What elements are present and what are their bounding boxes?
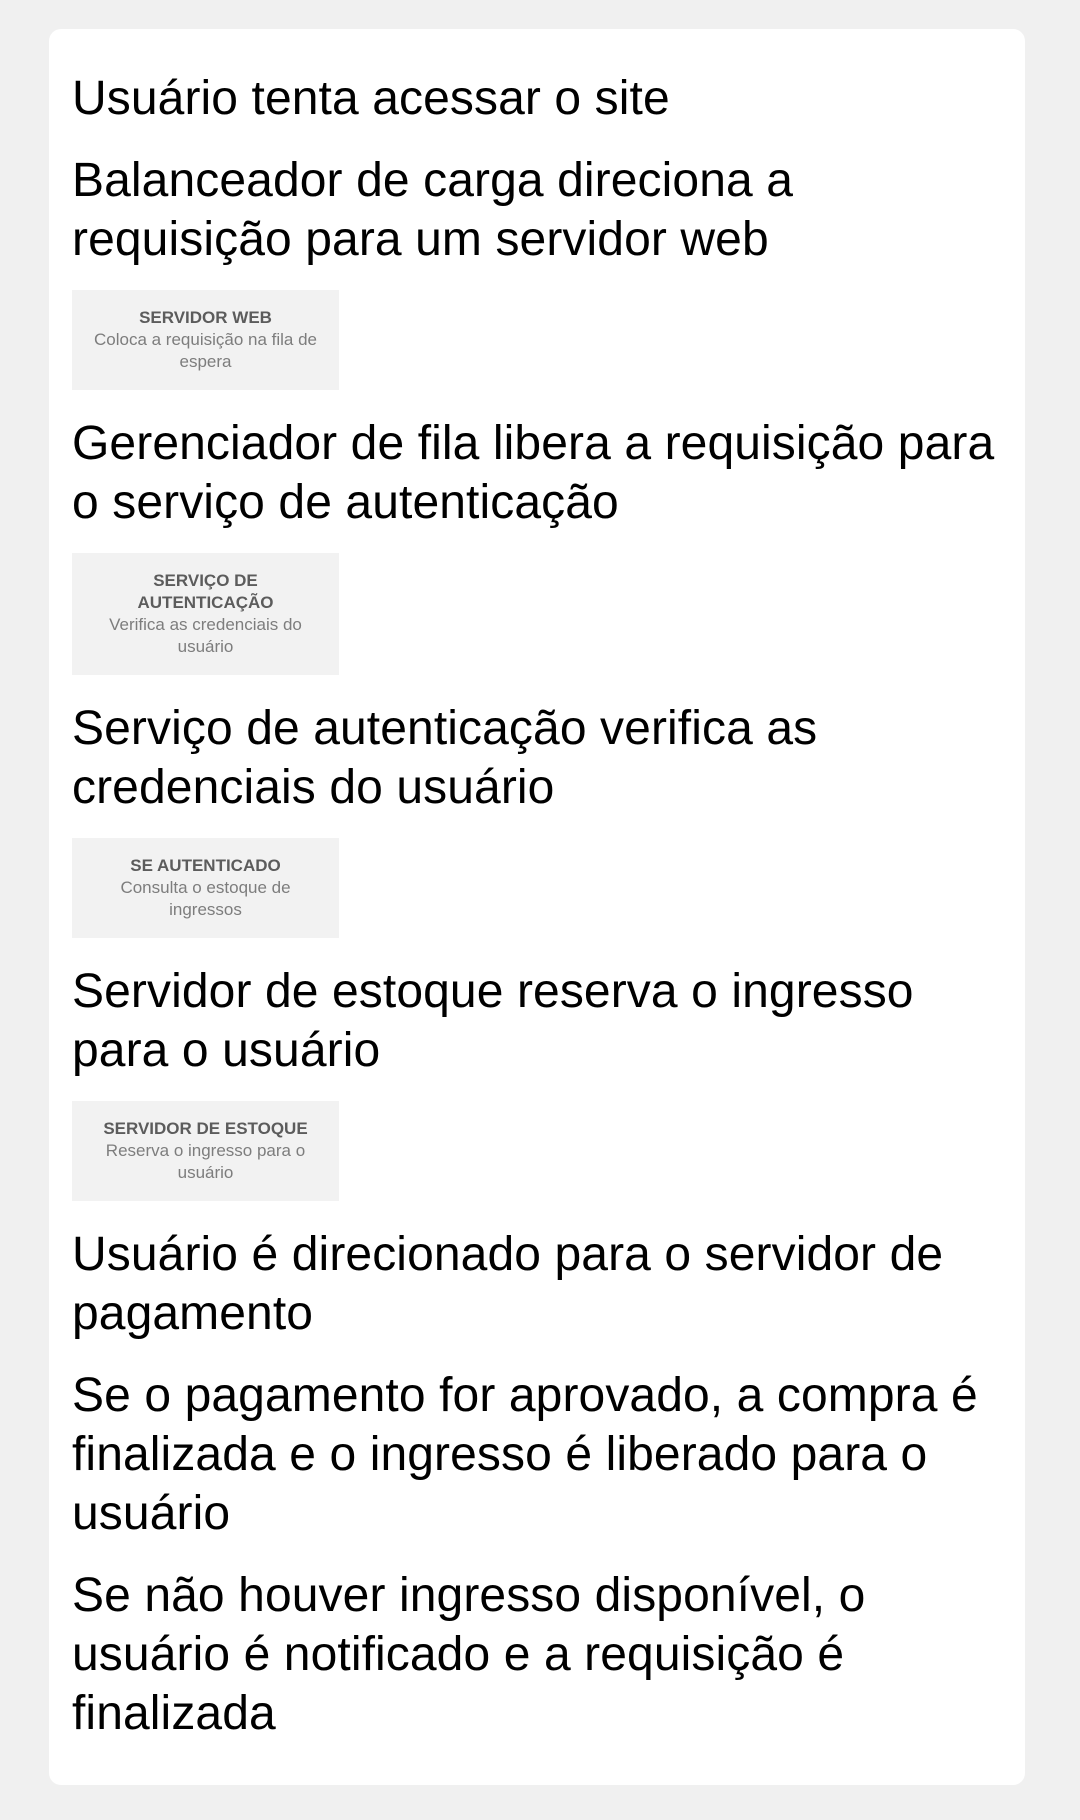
step-7-text: Se o pagamento for aprovado, a compra é … (72, 1369, 978, 1540)
step-5-box: SERVIDOR DE ESTOQUE Reserva o ingresso p… (72, 1101, 339, 1201)
step-2-box: SERVIDOR WEB Coloca a requisição na fila… (72, 290, 339, 390)
step-2-text: Balanceador de carga direciona a requisi… (72, 154, 794, 266)
step-3-text: Gerenciador de fila libera a requisição … (72, 417, 995, 529)
step-2-box-desc: Coloca a requisição na fila de espera (93, 330, 318, 371)
step-1-text: Usuário tenta acessar o site (72, 72, 670, 125)
step-5-box-desc: Reserva o ingresso para o usuário (105, 1141, 306, 1182)
step-5-box-title: SERVIDOR DE ESTOQUE (103, 1119, 308, 1138)
step-5-text: Servidor de estoque reserva o ingresso p… (72, 965, 914, 1077)
step-3-box: SERVIÇO DE AUTENTICAÇÃO Verifica as cred… (72, 553, 339, 675)
step-4-text: Serviço de autenticação verifica as cred… (72, 702, 818, 814)
step-3-box-desc: Verifica as credenciais do usuário (109, 615, 302, 656)
step-2-box-title: SERVIDOR WEB (139, 308, 272, 327)
step-8-text: Se não houver ingresso disponível, o usu… (72, 1569, 866, 1740)
flow-card: Usuário tenta acessar o site Balanceador… (49, 29, 1025, 1785)
step-3-box-title: SERVIÇO DE AUTENTICAÇÃO (137, 571, 274, 612)
step-6-text: Usuário é direcionado para o servidor de… (72, 1228, 944, 1340)
step-4-box: SE AUTENTICADO Consulta o estoque de ing… (72, 838, 339, 938)
step-4-box-title: SE AUTENTICADO (130, 856, 281, 875)
step-4-box-desc: Consulta o estoque de ingressos (120, 878, 291, 919)
